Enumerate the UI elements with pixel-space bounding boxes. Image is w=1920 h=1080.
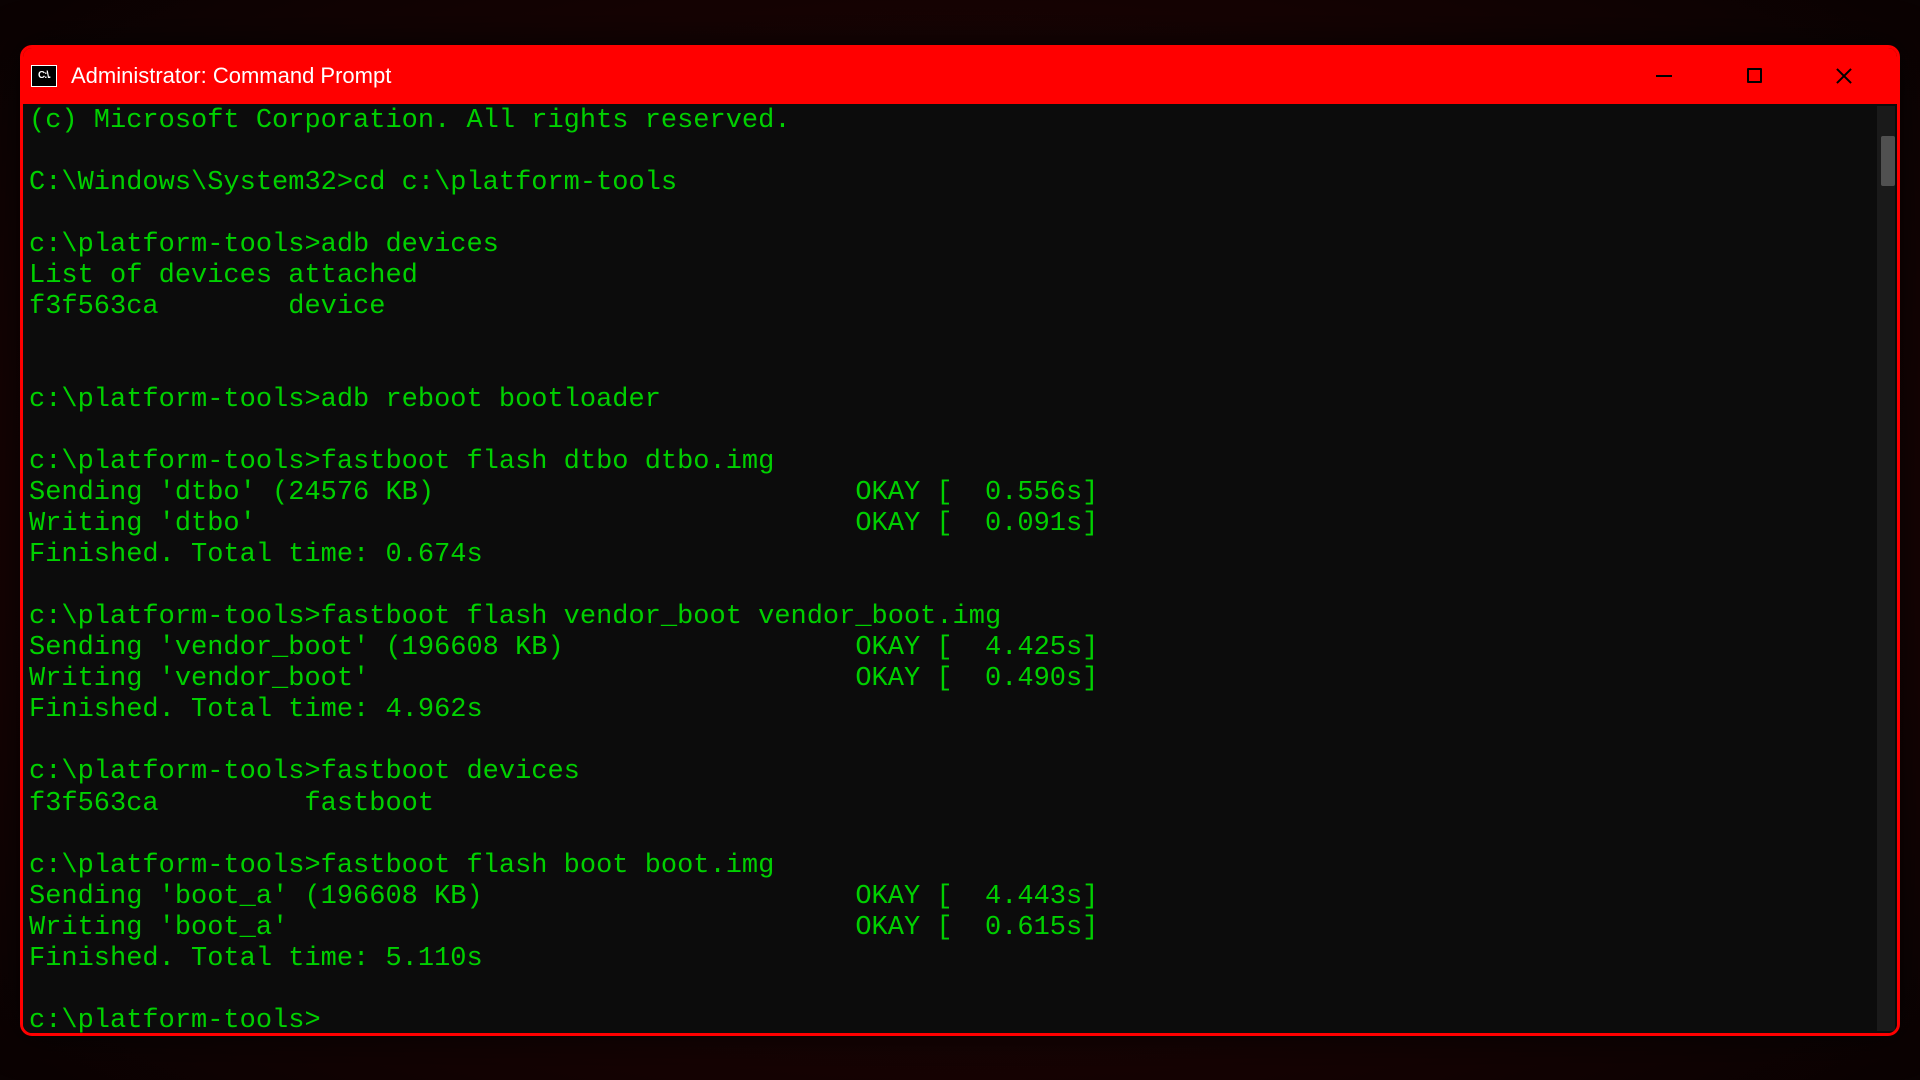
scrollbar-track[interactable] bbox=[1877, 106, 1895, 1031]
titlebar[interactable]: C:\. Administrator: Command Prompt bbox=[23, 48, 1897, 104]
terminal-body[interactable]: (c) Microsoft Corporation. All rights re… bbox=[23, 104, 1897, 1033]
scrollbar-thumb[interactable] bbox=[1881, 136, 1895, 186]
close-button[interactable] bbox=[1799, 48, 1889, 104]
maximize-button[interactable] bbox=[1709, 48, 1799, 104]
close-icon bbox=[1835, 67, 1853, 85]
window-title: Administrator: Command Prompt bbox=[71, 63, 1619, 89]
app-icon: C:\. bbox=[31, 65, 57, 87]
minimize-button[interactable] bbox=[1619, 48, 1709, 104]
window-controls bbox=[1619, 48, 1889, 104]
maximize-icon bbox=[1747, 68, 1762, 83]
terminal-output: (c) Microsoft Corporation. All rights re… bbox=[29, 106, 1891, 1033]
minimize-icon bbox=[1656, 75, 1672, 77]
command-prompt-window: C:\. Administrator: Command Prompt (c) M… bbox=[20, 45, 1900, 1036]
